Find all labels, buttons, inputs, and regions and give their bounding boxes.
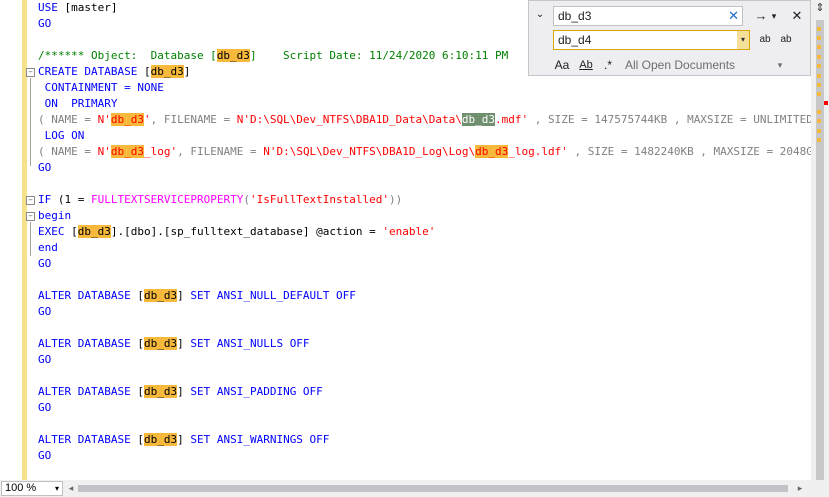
code-line: end — [38, 241, 58, 254]
search-scope-select[interactable]: All Open Documents — [625, 57, 735, 73]
caret-marker — [824, 101, 828, 105]
find-marker — [817, 36, 821, 40]
clear-search-icon[interactable]: ✕ — [728, 7, 739, 25]
find-marker — [817, 92, 821, 96]
code-line: GO — [38, 353, 52, 366]
code-line: EXEC [db_d3].[dbo].[sp_fulltext_database… — [38, 225, 436, 238]
code-line: ALTER DATABASE [db_d3] SET ANSI_WARNINGS… — [38, 433, 330, 446]
fold-guide — [30, 78, 31, 166]
editor-gutter: − − − — [0, 0, 36, 480]
toggle-replace-chevron-icon[interactable]: ⌄ — [533, 7, 547, 23]
scope-dropdown-icon[interactable]: ▾ — [773, 57, 787, 73]
code-line: IF (1 = FULLTEXTSERVICEPROPERTY('IsFullT… — [38, 193, 403, 206]
find-input[interactable]: db_d3 ✕ — [553, 6, 743, 26]
scroll-right-icon[interactable]: ▸ — [795, 482, 805, 495]
code-line: ALTER DATABASE [db_d3] SET ANSI_NULLS OF… — [38, 337, 310, 350]
find-next-icon[interactable]: → — [753, 8, 769, 24]
find-marker — [817, 74, 821, 78]
code-line: GO — [38, 257, 52, 270]
zoom-dropdown-icon[interactable]: ▾ — [55, 482, 59, 495]
fold-toggle-begin[interactable]: − — [26, 212, 35, 221]
code-line: GO — [38, 17, 52, 30]
find-marker — [817, 64, 821, 68]
find-options-dropdown-icon[interactable]: ▾ — [769, 8, 779, 24]
zoom-select[interactable]: 100 % ▾ — [1, 481, 63, 496]
code-line: GO — [38, 449, 52, 462]
find-replace-widget: ⌄ db_d3 ✕ → ▾ ✕ db_d4 ▾ ab ab Aa Ab .* A… — [528, 0, 811, 76]
scroll-thumb[interactable] — [816, 20, 824, 480]
code-line: LOG ON — [38, 129, 85, 142]
split-window-icon[interactable]: ⇕ — [812, 0, 828, 16]
code-line: GO — [38, 401, 52, 414]
replace-input[interactable]: db_d4 ▾ — [553, 30, 750, 50]
replace-next-icon[interactable]: ab — [757, 32, 773, 48]
horizontal-scrollbar-area: 100 % ▾ ◂ ▸ — [0, 480, 829, 497]
code-line: ALTER DATABASE [db_d3] SET ANSI_PADDING … — [38, 385, 323, 398]
code-line: ( NAME = N'db_d3_log', FILENAME = N'D:\S… — [38, 145, 811, 158]
replace-history-dropdown-icon[interactable]: ▾ — [737, 31, 749, 49]
replace-all-icon[interactable]: ab — [777, 32, 795, 48]
code-line: GO — [38, 305, 52, 318]
code-line: ALTER DATABASE [db_d3] SET ANSI_NULL_DEF… — [38, 289, 356, 302]
find-marker — [817, 55, 821, 59]
match-case-icon[interactable]: Aa — [553, 57, 571, 73]
find-marker — [817, 138, 821, 142]
vertical-scrollbar[interactable]: ⇕ — [811, 0, 829, 480]
code-line: begin — [38, 209, 72, 222]
code-line: /****** Object: Database [db_d3] Script … — [38, 49, 509, 62]
close-find-icon[interactable]: ✕ — [789, 8, 805, 24]
code-line: ON PRIMARY — [38, 97, 118, 110]
match-whole-word-icon[interactable]: Ab — [577, 57, 595, 73]
code-line: CONTAINMENT = NONE — [38, 81, 164, 94]
find-marker — [817, 119, 821, 123]
code-line: USE [master] — [38, 1, 118, 14]
find-marker — [817, 27, 821, 31]
find-marker — [817, 129, 821, 133]
find-marker — [817, 110, 821, 114]
code-line: CREATE DATABASE [db_d3] — [38, 65, 191, 78]
find-marker — [817, 45, 821, 49]
code-line: GO — [38, 161, 52, 174]
regex-icon[interactable]: .* — [601, 57, 615, 73]
code-line: ( NAME = N'db_d3', FILENAME = N'D:\SQL\D… — [38, 113, 811, 126]
find-marker — [817, 83, 821, 87]
horizontal-scroll-thumb[interactable] — [78, 485, 788, 492]
fold-toggle-if[interactable]: − — [26, 196, 35, 205]
fold-toggle-create[interactable]: − — [26, 68, 35, 77]
fold-guide — [30, 222, 31, 256]
scroll-left-icon[interactable]: ◂ — [66, 482, 76, 495]
